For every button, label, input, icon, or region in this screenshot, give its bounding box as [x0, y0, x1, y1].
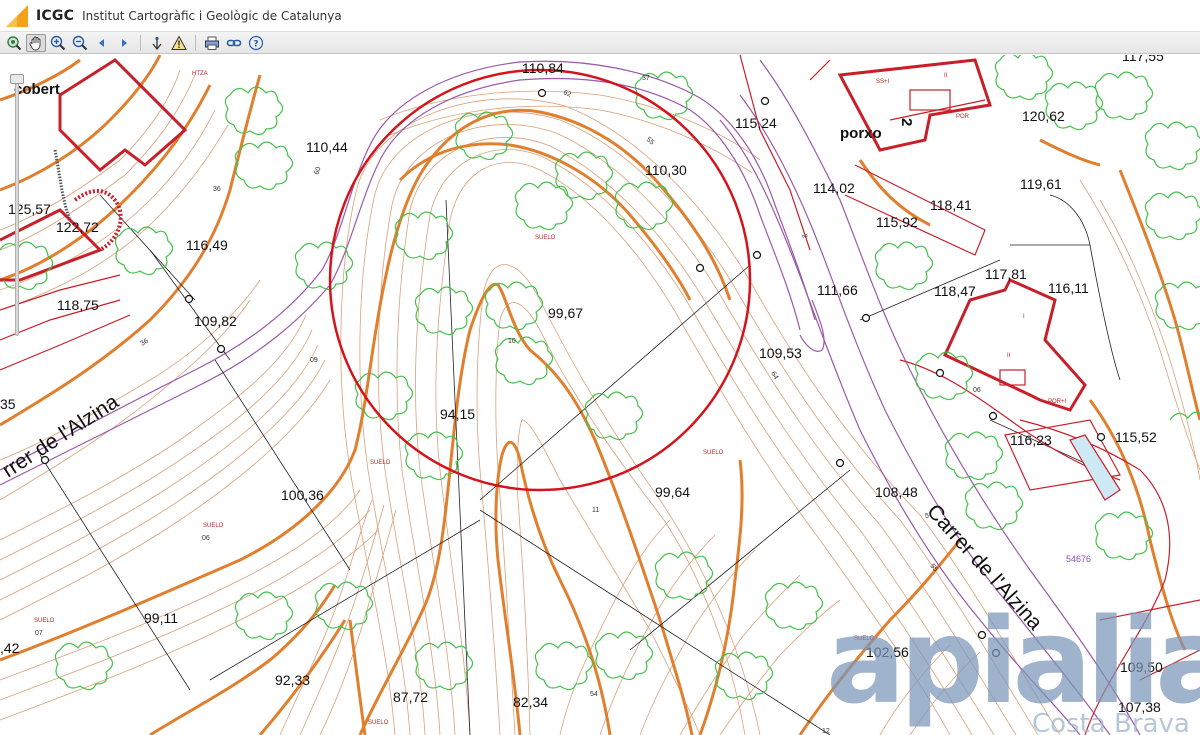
- elevation-label: 109,82: [194, 313, 237, 329]
- elevation-label: 102,56: [866, 644, 909, 660]
- svg-text:SUELO: SUELO: [535, 235, 556, 241]
- elevation-label: ,42: [0, 640, 20, 656]
- elevation-label: 108,48: [875, 484, 918, 500]
- svg-text:09: 09: [310, 357, 318, 364]
- elevation-label: 116,49: [186, 237, 228, 253]
- elevation-label: 111,66: [817, 282, 858, 298]
- elevation-label: 87,72: [393, 689, 428, 705]
- elevation-label: 120,62: [1022, 108, 1065, 124]
- elevation-label: 115,92: [876, 214, 918, 230]
- svg-text:SUELO: SUELO: [703, 450, 724, 456]
- elevation-label: 82,34: [513, 694, 548, 710]
- zoom-slider-track[interactable]: [15, 78, 19, 336]
- elevation-label: 115,24: [735, 115, 777, 131]
- svg-text:HTZA: HTZA: [192, 71, 208, 77]
- map-toolbar: ?: [0, 32, 1200, 54]
- zoom-out-icon[interactable]: [70, 34, 90, 52]
- topographic-map: 110,84 110,44 115,24 117,55 120,62 110,3…: [0, 55, 1200, 735]
- place-label: porxo: [840, 125, 882, 142]
- elevation-label: 119,61: [1020, 176, 1062, 192]
- elevation-label: 99,67: [548, 305, 583, 321]
- brand-name: ICGC: [36, 7, 75, 24]
- print-icon[interactable]: [202, 34, 222, 52]
- svg-text:10: 10: [508, 338, 516, 345]
- icgc-logo: [6, 4, 28, 27]
- elevation-label: 110,44: [306, 139, 348, 155]
- zoom-slider[interactable]: [8, 72, 26, 342]
- svg-text:SUELO: SUELO: [370, 460, 391, 466]
- help-icon[interactable]: ?: [246, 34, 266, 52]
- zoom-extent-icon[interactable]: [4, 34, 24, 52]
- elevation-label: 117,81: [985, 266, 1027, 282]
- svg-text:SUELO: SUELO: [854, 636, 875, 642]
- warning-icon[interactable]: [169, 34, 189, 52]
- svg-text:5: 5: [925, 513, 929, 520]
- svg-text:37: 37: [642, 75, 650, 82]
- previous-view-icon[interactable]: [92, 34, 112, 52]
- svg-text:?: ?: [253, 39, 258, 49]
- info-icon[interactable]: [147, 34, 167, 52]
- elevation-label: 122,72: [56, 219, 99, 235]
- elevation-label: 117,55: [1122, 55, 1164, 64]
- elevation-label: 118,47: [934, 283, 976, 299]
- toolbar-separator: [140, 34, 141, 51]
- svg-text:54: 54: [590, 691, 598, 698]
- svg-text:POR: POR: [956, 114, 970, 120]
- elevation-label: 100,36: [281, 487, 324, 503]
- elevation-label: 35: [0, 396, 16, 412]
- elevation-label: 92,33: [275, 672, 310, 688]
- zoom-in-icon[interactable]: [48, 34, 68, 52]
- institution-name: Institut Cartogràfic i Geològic de Catal…: [82, 8, 342, 23]
- toolbar-separator: [195, 34, 196, 51]
- svg-text:07: 07: [35, 630, 43, 637]
- svg-text:II: II: [944, 73, 948, 79]
- next-view-icon[interactable]: [114, 34, 134, 52]
- elevation-label: 109,50: [1120, 659, 1163, 675]
- app-header: ICGC Institut Cartogràfic i Geològic de …: [0, 0, 1200, 32]
- elevation-label: 118,41: [930, 197, 972, 213]
- elevation-label: 107,38: [1118, 699, 1161, 715]
- svg-text:11: 11: [592, 507, 599, 514]
- elevation-label: 116,23: [1010, 432, 1052, 448]
- elevation-label: 94,15: [440, 406, 475, 422]
- elevation-label: 115,52: [1115, 429, 1157, 445]
- svg-text:POR+I: POR+I: [1048, 399, 1067, 405]
- link-icon[interactable]: [224, 34, 244, 52]
- svg-text:SUELO: SUELO: [368, 720, 389, 726]
- elevation-label: 116,11: [1048, 280, 1089, 296]
- svg-text:SUELO: SUELO: [203, 523, 224, 529]
- zoom-slider-handle[interactable]: [10, 74, 24, 84]
- place-label: 2: [898, 118, 915, 126]
- svg-text:54676: 54676: [1066, 554, 1091, 564]
- svg-text:II: II: [1007, 353, 1011, 359]
- pan-hand-icon[interactable]: [26, 33, 46, 52]
- svg-text:36: 36: [213, 186, 221, 193]
- map-canvas[interactable]: 110,84 110,44 115,24 117,55 120,62 110,3…: [0, 55, 1200, 735]
- svg-text:SUELO: SUELO: [34, 618, 55, 624]
- elevation-label: 110,30: [645, 162, 687, 178]
- svg-text:06: 06: [973, 387, 981, 394]
- svg-text:06: 06: [202, 535, 210, 542]
- elevation-label: 99,11: [144, 610, 178, 626]
- elevation-label: 110,84: [522, 60, 564, 76]
- elevation-label: 109,53: [759, 345, 802, 361]
- svg-text:SS+I: SS+I: [876, 79, 890, 85]
- elevation-label: 114,02: [813, 180, 855, 196]
- elevation-label: 118,75: [57, 297, 99, 313]
- svg-text:12: 12: [822, 728, 830, 735]
- elevation-label: 99,64: [655, 484, 690, 500]
